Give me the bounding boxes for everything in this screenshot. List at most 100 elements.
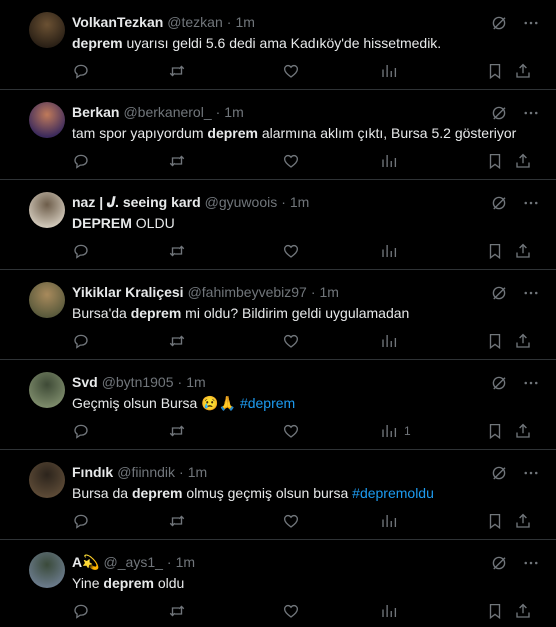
tweet[interactable]: Berkan @berkanerol_ · 1m tam spor yapıyordum… xyxy=(0,90,556,180)
reply-button[interactable] xyxy=(72,602,90,620)
reply-button[interactable] xyxy=(72,422,90,440)
avatar[interactable] xyxy=(29,282,65,318)
author-name[interactable]: Svd xyxy=(72,372,98,392)
hashtag-link[interactable]: #deprem xyxy=(240,395,295,411)
share-button[interactable] xyxy=(514,152,532,170)
reply-button[interactable] xyxy=(72,62,90,80)
share-button[interactable] xyxy=(514,62,532,80)
bookmark-button[interactable] xyxy=(486,332,504,350)
bookmark-button[interactable] xyxy=(486,512,504,530)
timestamp[interactable]: 1m xyxy=(176,552,195,572)
avatar[interactable] xyxy=(29,372,65,408)
grok-icon[interactable] xyxy=(490,284,508,302)
tweet-header: Berkan @berkanerol_ · 1m xyxy=(72,102,540,122)
text-segment: Bursa'da xyxy=(72,305,131,321)
tweet[interactable]: Fındık @fiinndik · 1m Bursa da deprem olmuş … xyxy=(0,450,556,540)
more-options-icon[interactable] xyxy=(522,464,540,482)
views-button[interactable] xyxy=(380,152,398,170)
views-button[interactable] xyxy=(380,242,398,260)
retweet-button[interactable] xyxy=(168,152,186,170)
tweet[interactable]: Yikiklar Kraliçesi @fahimbeyvebiz97 · 1m Bur… xyxy=(0,270,556,360)
author-name[interactable]: naz | 𝑱. seeing kard xyxy=(72,192,201,212)
views-button[interactable] xyxy=(380,602,398,620)
author-name[interactable]: Berkan xyxy=(72,102,119,122)
bookmark-button[interactable] xyxy=(486,152,504,170)
retweet-button[interactable] xyxy=(168,512,186,530)
more-options-icon[interactable] xyxy=(522,374,540,392)
hashtag-link[interactable]: #depremoldu xyxy=(352,485,434,501)
author-handle[interactable]: @fiinndik xyxy=(117,462,175,482)
more-options-icon[interactable] xyxy=(522,104,540,122)
like-button[interactable] xyxy=(282,242,300,260)
author-name[interactable]: VolkanTezkan xyxy=(72,12,163,32)
like-button[interactable] xyxy=(282,152,300,170)
reply-button[interactable] xyxy=(72,512,90,530)
retweet-button[interactable] xyxy=(168,62,186,80)
avatar[interactable] xyxy=(29,192,65,228)
grok-icon[interactable] xyxy=(490,104,508,122)
grok-icon[interactable] xyxy=(490,374,508,392)
timestamp[interactable]: 1m xyxy=(224,102,243,122)
grok-icon[interactable] xyxy=(490,14,508,32)
author-handle[interactable]: @bytn1905 xyxy=(102,372,174,392)
timestamp[interactable]: 1m xyxy=(320,282,339,302)
like-button[interactable] xyxy=(282,602,300,620)
more-options-icon[interactable] xyxy=(522,14,540,32)
author-handle[interactable]: @_ays1_ xyxy=(104,552,163,572)
tweet[interactable]: naz | 𝑱. seeing kard @gyuwoois · 1m DEPREM O… xyxy=(0,180,556,270)
author-name[interactable]: A💫 xyxy=(72,552,100,572)
share-button[interactable] xyxy=(514,242,532,260)
reply-button[interactable] xyxy=(72,332,90,350)
highlighted-keyword: deprem xyxy=(131,485,183,501)
author-handle[interactable]: @gyuwoois xyxy=(205,192,278,212)
author-name[interactable]: Yikiklar Kraliçesi xyxy=(72,282,184,302)
more-options-icon[interactable] xyxy=(522,554,540,572)
tweet-header: Yikiklar Kraliçesi @fahimbeyvebiz97 · 1m xyxy=(72,282,540,302)
avatar[interactable] xyxy=(29,552,65,588)
bookmark-button[interactable] xyxy=(486,62,504,80)
bookmark-button[interactable] xyxy=(486,422,504,440)
bookmark-button[interactable] xyxy=(486,242,504,260)
views-icon xyxy=(380,242,398,260)
retweet-button[interactable] xyxy=(168,242,186,260)
like-button[interactable] xyxy=(282,422,300,440)
grok-icon[interactable] xyxy=(490,464,508,482)
avatar[interactable] xyxy=(29,12,65,48)
reply-button[interactable] xyxy=(72,242,90,260)
retweet-button[interactable] xyxy=(168,422,186,440)
tweet[interactable]: VolkanTezkan @tezkan · 1m deprem uyarısı gel… xyxy=(0,0,556,90)
author-name[interactable]: Fındık xyxy=(72,462,113,482)
reply-icon xyxy=(72,242,90,260)
avatar[interactable] xyxy=(29,102,65,138)
grok-icon[interactable] xyxy=(490,554,508,572)
timestamp[interactable]: 1m xyxy=(235,12,254,32)
grok-icon[interactable] xyxy=(490,194,508,212)
views-button[interactable] xyxy=(380,332,398,350)
views-button[interactable]: 1 xyxy=(380,422,411,440)
share-button[interactable] xyxy=(514,602,532,620)
views-button[interactable] xyxy=(380,512,398,530)
author-handle[interactable]: @fahimbeyvebiz97 xyxy=(188,282,307,302)
more-options-icon[interactable] xyxy=(522,284,540,302)
share-button[interactable] xyxy=(514,512,532,530)
bookmark-button[interactable] xyxy=(486,602,504,620)
author-handle[interactable]: @berkanerol_ xyxy=(123,102,211,122)
reply-button[interactable] xyxy=(72,152,90,170)
more-options-icon[interactable] xyxy=(522,194,540,212)
author-handle[interactable]: @tezkan xyxy=(167,12,222,32)
like-button[interactable] xyxy=(282,332,300,350)
retweet-button[interactable] xyxy=(168,332,186,350)
timestamp[interactable]: 1m xyxy=(290,192,309,212)
tweet[interactable]: A💫 @_ays1_ · 1m Yine deprem oldu xyxy=(0,540,556,627)
avatar[interactable] xyxy=(29,462,65,498)
share-button[interactable] xyxy=(514,332,532,350)
retweet-button[interactable] xyxy=(168,602,186,620)
views-button[interactable] xyxy=(380,62,398,80)
like-button[interactable] xyxy=(282,62,300,80)
timestamp[interactable]: 1m xyxy=(186,372,205,392)
timestamp[interactable]: 1m xyxy=(188,462,207,482)
separator-dot: · xyxy=(166,554,172,570)
like-button[interactable] xyxy=(282,512,300,530)
tweet[interactable]: Svd @bytn1905 · 1m Geçmiş olsun Bursa 😢🙏 #de… xyxy=(0,360,556,450)
share-button[interactable] xyxy=(514,422,532,440)
